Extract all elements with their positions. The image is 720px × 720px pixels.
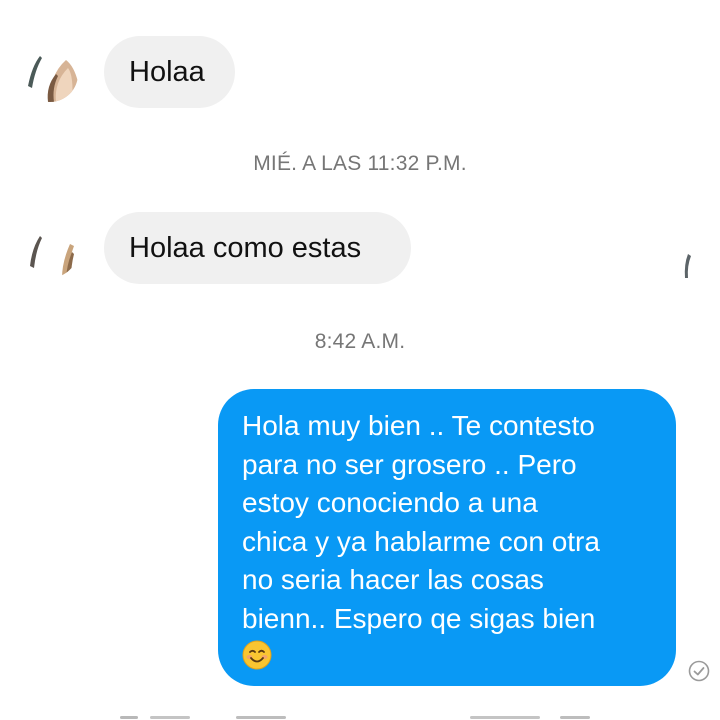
smiling-face-emoji-icon	[242, 640, 272, 670]
message-line: bienn.. Espero qe sigas bien	[242, 602, 596, 634]
outgoing-message[interactable]: Hola muy bien .. Te contesto para no ser…	[218, 389, 676, 686]
timestamp: 8:42 A.M.	[314, 330, 406, 353]
chat-screen: Holaa MIÉ. A LAS 11:32 P.M. Holaa como e…	[0, 0, 720, 720]
message-line: Hola muy bien .. Te contesto	[242, 410, 595, 441]
contact-photo-icon	[22, 46, 78, 102]
message-line: estoy conociendo a una	[242, 487, 538, 518]
timestamp: MIÉ. A LAS 11:32 P.M.	[253, 152, 467, 175]
read-receipt-avatar-icon	[684, 254, 691, 278]
incoming-message[interactable]: Holaa como estas	[104, 212, 411, 284]
seen-check-icon	[688, 660, 710, 682]
contact-photo-icon	[22, 222, 78, 278]
message-line: chica y ya hablarme con otra	[242, 525, 600, 557]
message-line: para no ser grosero .. Pero	[242, 448, 577, 480]
message-line: no seria hacer las cosas	[242, 564, 544, 595]
contact-avatar[interactable]	[22, 222, 78, 278]
message-emoji-line	[242, 638, 654, 677]
contact-avatar[interactable]	[22, 46, 78, 102]
incoming-message[interactable]: Holaa	[104, 36, 235, 108]
cropped-text-row	[120, 716, 590, 719]
